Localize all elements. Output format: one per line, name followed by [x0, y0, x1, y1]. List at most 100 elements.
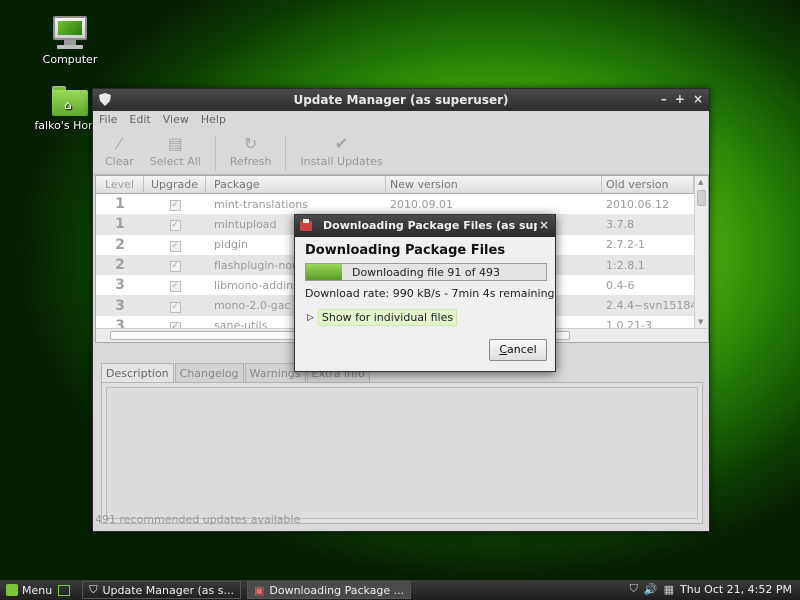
- upgrade-checkbox[interactable]: ✓: [169, 240, 181, 252]
- package-icon: ▣: [253, 583, 265, 597]
- column-header-upgrade[interactable]: Upgrade: [144, 176, 206, 193]
- taskbar-task-update-manager[interactable]: ⛉ Update Manager (as s...: [82, 581, 241, 599]
- menu-button[interactable]: Menu: [0, 584, 76, 597]
- menu-view[interactable]: View: [163, 113, 189, 127]
- download-progress-bar: Downloading file 91 of 493: [305, 263, 547, 281]
- level-cell: 1: [115, 216, 125, 233]
- vertical-scrollbar[interactable]: ▲ ▼: [694, 176, 708, 328]
- upgrade-cell: ✓: [144, 278, 206, 293]
- shield-icon: ⛉: [89, 583, 98, 596]
- upgrade-checkbox[interactable]: ✓: [169, 281, 181, 293]
- taskbar: Menu ⛉ Update Manager (as s... ▣ Downloa…: [0, 580, 800, 600]
- upgrade-cell: ✓: [144, 217, 206, 232]
- close-button[interactable]: ×: [693, 92, 703, 106]
- old-version-cell: 2.7.2-1: [606, 238, 645, 252]
- menubar: File Edit View Help: [93, 111, 709, 129]
- tab-changelog[interactable]: Changelog: [174, 363, 244, 383]
- update-shield-icon[interactable]: ⛉: [630, 582, 638, 596]
- install-updates-button[interactable]: ✔ Install Updates: [294, 131, 388, 170]
- toolbar: ⁄ Clear ▤ Select All ↻ Refresh ✔ Install…: [93, 129, 709, 175]
- level-cell: 3: [115, 277, 125, 294]
- refresh-label: Refresh: [229, 155, 272, 168]
- table-row[interactable]: 1 ✓ mint-translations 2010.09.01 2010.06.12: [96, 194, 708, 214]
- dialog-title: Downloading Package Files (as superuser): [323, 219, 537, 232]
- maximize-button[interactable]: +: [675, 92, 685, 106]
- dialog-heading: Downloading Package Files: [305, 243, 506, 258]
- download-rate-text: Download rate: 990 kB/s - 7min 4s remain…: [305, 287, 555, 300]
- volume-icon[interactable]: 🔊: [644, 583, 658, 596]
- upgrade-checkbox[interactable]: ✓: [169, 200, 181, 212]
- menu-help[interactable]: Help: [201, 113, 226, 127]
- status-bar: 491 recommended updates available: [95, 513, 301, 526]
- upgrade-cell: ✓: [144, 197, 206, 212]
- package-cell: mint-translations: [214, 197, 308, 211]
- refresh-icon: ↻: [243, 134, 258, 153]
- home-folder-icon: ⌂: [52, 86, 88, 116]
- upgrade-cell: ✓: [144, 238, 206, 252]
- toolbar-separator: [285, 135, 287, 171]
- scroll-up-arrow-icon[interactable]: ▲: [698, 178, 703, 186]
- new-version-cell: 2010.09.01: [390, 197, 453, 211]
- column-header-level[interactable]: Level: [96, 176, 144, 193]
- column-header-new-version[interactable]: New version: [386, 176, 602, 193]
- task-label: Downloading Package ...: [269, 583, 405, 597]
- task-label: Update Manager (as s...: [102, 583, 234, 597]
- clear-icon: ⁄: [118, 134, 121, 153]
- select-all-icon: ▤: [167, 134, 183, 153]
- expander-arrow-icon: ▷: [307, 312, 314, 323]
- refresh-button[interactable]: ↻ Refresh: [224, 131, 278, 170]
- expander-label: Show for individual files: [317, 309, 458, 326]
- individual-files-expander[interactable]: ▷ Show for individual files: [307, 309, 458, 326]
- taskbar-task-downloading[interactable]: ▣ Downloading Package ...: [246, 581, 412, 599]
- old-version-cell: 0.4-6: [606, 278, 635, 292]
- clock[interactable]: Thu Oct 21, 4:52 PM: [680, 583, 792, 596]
- upgrade-checkbox[interactable]: ✓: [169, 220, 181, 232]
- desktop-icon-computer[interactable]: Computer: [30, 16, 110, 66]
- menu-edit[interactable]: Edit: [129, 113, 150, 127]
- old-version-cell: 2.4.4~svn151842: [606, 299, 694, 313]
- computer-icon: [51, 16, 89, 50]
- cancel-button[interactable]: Cancel: [489, 339, 547, 361]
- description-panel: [101, 382, 703, 524]
- level-cell: 3: [115, 297, 125, 314]
- toolbar-separator: [214, 135, 216, 171]
- menu-file[interactable]: File: [99, 113, 117, 127]
- column-header-package[interactable]: Package: [206, 176, 386, 193]
- level-cell: 2: [115, 236, 125, 253]
- package-icon: [300, 219, 312, 231]
- table-header: Level Upgrade Package New version Old ve…: [96, 176, 708, 194]
- select-all-button[interactable]: ▤ Select All: [144, 131, 207, 170]
- scrollbar-thumb[interactable]: [697, 190, 706, 206]
- clear-button[interactable]: ⁄ Clear: [99, 131, 140, 170]
- desktop-icon-label: Computer: [42, 53, 98, 66]
- dialog-titlebar[interactable]: Downloading Package Files (as superuser)…: [295, 215, 555, 237]
- old-version-cell: 2010.06.12: [606, 197, 669, 211]
- clear-label: Clear: [105, 155, 134, 168]
- minimize-button[interactable]: –: [661, 92, 667, 106]
- network-icon[interactable]: ▦: [664, 583, 674, 596]
- level-cell: 2: [115, 257, 125, 274]
- download-dialog: Downloading Package Files (as superuser)…: [294, 214, 556, 372]
- progress-text: Downloading file 91 of 493: [351, 266, 501, 279]
- old-version-cell: 3.7.8: [606, 217, 634, 231]
- description-text-area[interactable]: [106, 387, 698, 519]
- upgrade-cell: ✓: [144, 299, 206, 313]
- window-title: Update Manager (as superuser): [293, 93, 509, 107]
- select-all-label: Select All: [149, 155, 201, 168]
- tab-description[interactable]: Description: [101, 363, 174, 383]
- checkmark-icon: ✔: [334, 134, 349, 153]
- scroll-down-arrow-icon[interactable]: ▼: [698, 318, 703, 326]
- upgrade-checkbox[interactable]: ✓: [169, 301, 181, 313]
- upgrade-checkbox[interactable]: ✓: [169, 261, 181, 273]
- old-version-cell: 1:2.8.1: [606, 258, 645, 272]
- install-updates-label: Install Updates: [300, 155, 383, 168]
- mint-logo-icon: [6, 584, 18, 596]
- show-desktop-icon[interactable]: [58, 584, 71, 596]
- upgrade-cell: ✓: [144, 258, 206, 273]
- system-tray: ⛉ 🔊 ▦ Thu Oct 21, 4:52 PM: [630, 582, 792, 596]
- window-titlebar[interactable]: Update Manager (as superuser) – + ×: [93, 89, 709, 111]
- dialog-close-button[interactable]: ×: [539, 218, 549, 232]
- level-cell: 1: [115, 196, 125, 213]
- column-header-old-version[interactable]: Old version: [602, 176, 694, 193]
- menu-label: Menu: [22, 583, 53, 597]
